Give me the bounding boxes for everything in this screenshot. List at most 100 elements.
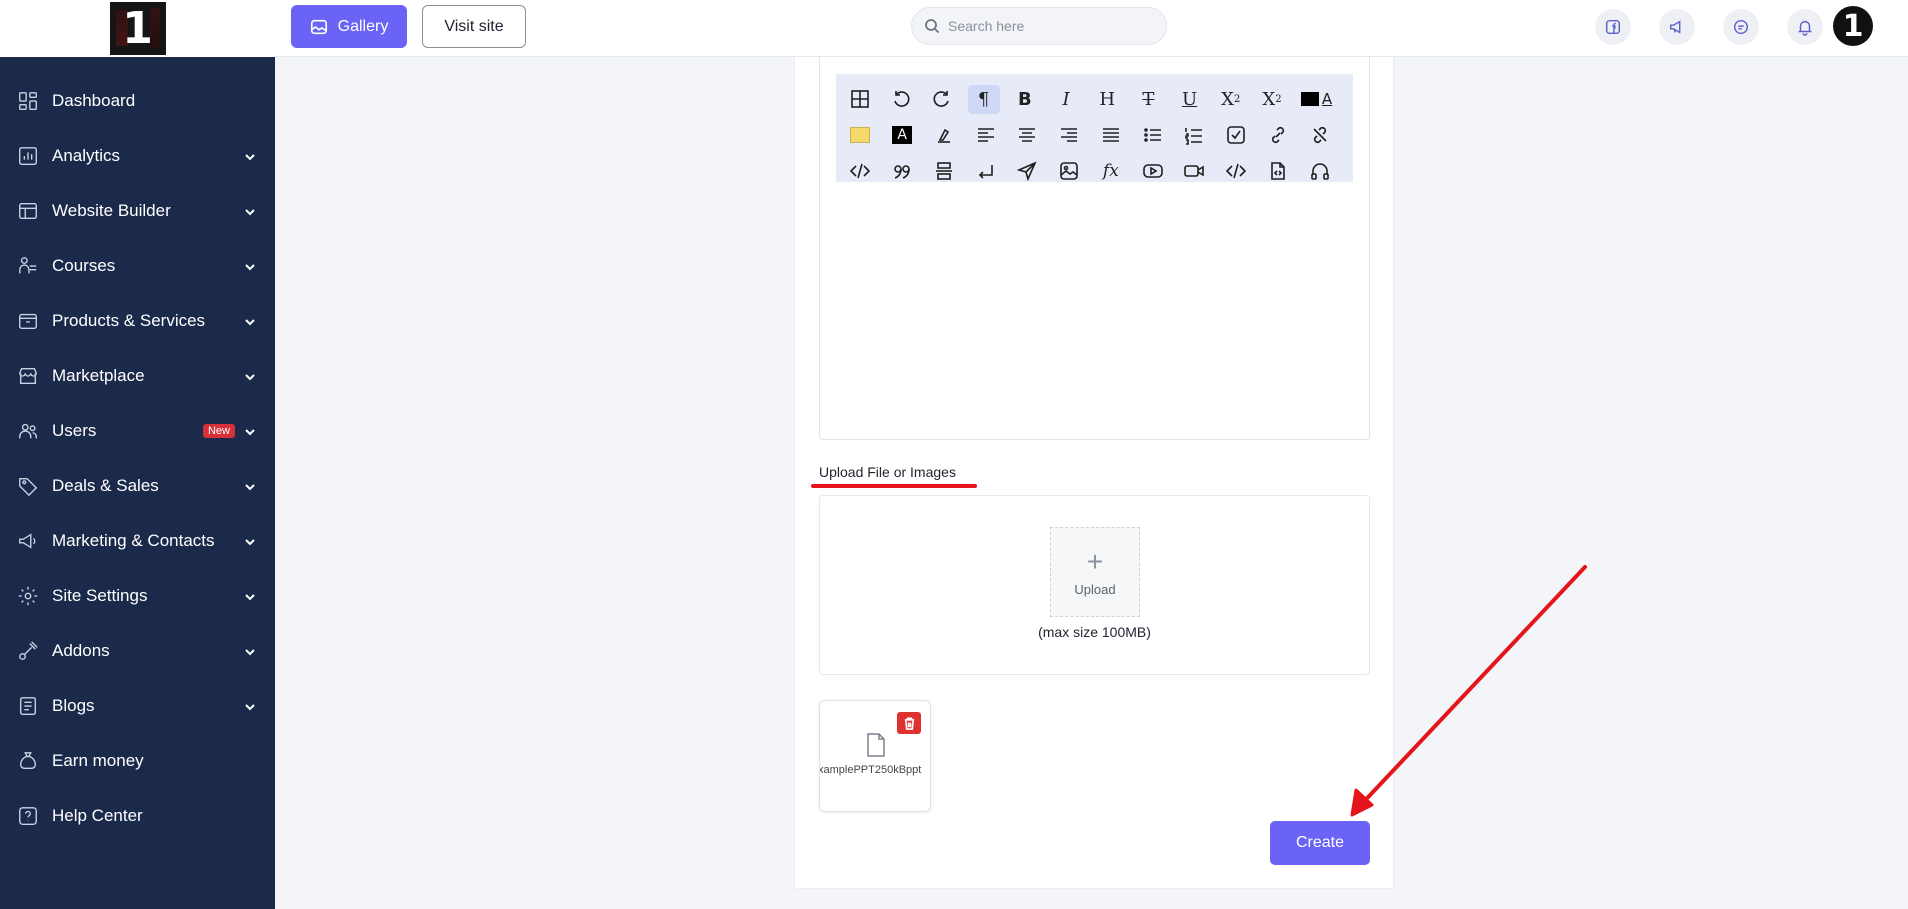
gallery-button[interactable]: Gallery [291,5,407,48]
unlink-icon[interactable] [1303,121,1336,150]
sidebar-item-label: Earn money [52,750,144,770]
logo-area: 1 [0,0,275,57]
formula-icon[interactable]: fx [1095,157,1128,186]
visit-site-button[interactable]: Visit site [422,5,526,48]
sidebar-item-label: Blogs [52,695,95,715]
undo-icon[interactable] [885,85,917,114]
chevron-down-icon [243,534,257,548]
chevron-down-icon [243,149,257,163]
quote-icon[interactable] [886,157,919,186]
sidebar-item-label: Analytics [52,145,121,165]
sidebar-item-earn-money[interactable]: Earn money [0,733,275,788]
toolbar-row: A [844,117,1345,153]
megaphone-icon[interactable] [1659,9,1695,45]
tag-icon [16,474,40,498]
users-icon [16,419,40,443]
align-right-icon[interactable] [1053,121,1086,150]
create-button-label: Create [1295,834,1345,851]
search-bar [911,7,1167,45]
underline-icon[interactable]: U [1174,85,1206,114]
logo-text: 1 [122,3,153,54]
checklist-icon[interactable] [1220,121,1253,150]
paragraph-icon[interactable]: ¶ [967,84,1000,114]
font-color-icon[interactable]: A [1297,85,1336,114]
create-button[interactable]: Create [1270,821,1370,865]
gallery-label: Gallery [337,17,389,35]
code-icon[interactable] [844,157,877,186]
link-icon[interactable] [1262,121,1295,150]
line-break-icon[interactable] [969,157,1002,186]
clear-format-icon[interactable] [928,121,961,150]
audio-icon[interactable] [1303,157,1336,186]
table-icon[interactable] [844,85,876,114]
sidebar-item-courses[interactable]: Courses [0,238,275,293]
chat-icon[interactable] [1723,9,1759,45]
bold-icon[interactable]: B [1009,85,1041,114]
avatar-text: 1 [1842,8,1864,44]
chevron-down-icon [243,369,257,383]
sidebar-item-addons[interactable]: Addons [0,623,275,678]
bullet-list-icon[interactable] [1136,121,1169,150]
upload-button[interactable]: + Upload [1050,527,1140,617]
sidebar-item-label: Products & Services [52,310,206,330]
strikethrough-icon[interactable]: T [1132,85,1164,114]
heading-icon[interactable]: H [1091,85,1123,114]
bell-icon[interactable] [1787,9,1823,45]
align-left-icon[interactable] [969,121,1002,150]
plus-icon: + [1086,545,1104,577]
chevron-down-icon [243,699,257,713]
sidebar-item-marketing-contacts[interactable]: Marketing & Contacts [0,513,275,568]
visit-site-label: Visit site [444,17,504,35]
upload-button-label: Upload [1074,581,1116,597]
send-icon[interactable] [1011,157,1044,186]
addons-icon [16,639,40,663]
sidebar-item-website-builder[interactable]: Website Builder [0,183,275,238]
upload-section-label: Upload File or Images [819,464,956,480]
upload-dropzone: + Upload (max size 100MB) [819,495,1370,675]
toolbar-row: ¶ B I H T U X2 X2 A [844,81,1345,117]
text-background-icon[interactable]: A [886,121,919,150]
delete-file-button[interactable] [897,712,921,734]
youtube-icon[interactable] [1136,157,1169,186]
sidebar-item-label: Addons [52,640,110,660]
italic-icon[interactable]: I [1050,85,1082,114]
highlight-icon[interactable] [844,121,877,150]
uploaded-file-card[interactable]: xamplePPT250kBppt [819,700,931,812]
ordered-list-icon[interactable] [1178,121,1211,150]
avatar[interactable]: 1 [1833,6,1873,46]
file-icon[interactable] [1262,157,1295,186]
video-icon[interactable] [1178,157,1211,186]
align-center-icon[interactable] [1011,121,1044,150]
sidebar-item-dashboard[interactable]: Dashboard [0,73,275,128]
sidebar-item-analytics[interactable]: Analytics [0,128,275,183]
sidebar-item-marketplace[interactable]: Marketplace [0,348,275,403]
editor-toolbar: ¶ B I H T U X2 X2 A A fx [836,74,1353,182]
chevron-down-icon [243,424,257,438]
annotation-underline [811,484,977,488]
search-input[interactable] [948,18,1148,34]
sidebar-item-label: Marketing & Contacts [52,530,215,550]
horizontal-rule-icon[interactable] [928,157,961,186]
sidebar-item-deals-sales[interactable]: Deals & Sales [0,458,275,513]
sidebar-item-label: Users [52,420,97,440]
superscript-icon[interactable]: X2 [1256,85,1288,114]
sidebar-item-blogs[interactable]: Blogs [0,678,275,733]
justify-icon[interactable] [1095,121,1128,150]
redo-icon[interactable] [926,85,958,114]
subscript-icon[interactable]: X2 [1215,85,1247,114]
sidebar-item-site-settings[interactable]: Site Settings [0,568,275,623]
sidebar-item-label: Marketplace [52,365,145,385]
sidebar-item-products-services[interactable]: Products & Services [0,293,275,348]
rich-text-editor[interactable]: ¶ B I H T U X2 X2 A A fx [819,57,1370,440]
image-icon[interactable] [1053,157,1086,186]
products-icon [16,309,40,333]
chevron-down-icon [243,589,257,603]
facebook-icon[interactable] [1595,9,1631,45]
toolbar-row: fx [844,153,1345,189]
search-icon [925,19,940,34]
logo[interactable]: 1 [109,2,166,55]
sidebar-item-users[interactable]: Users New [0,403,275,458]
code-block-icon[interactable] [1220,157,1253,186]
sidebar-item-help-center[interactable]: Help Center [0,788,275,843]
new-badge: New [202,423,235,438]
